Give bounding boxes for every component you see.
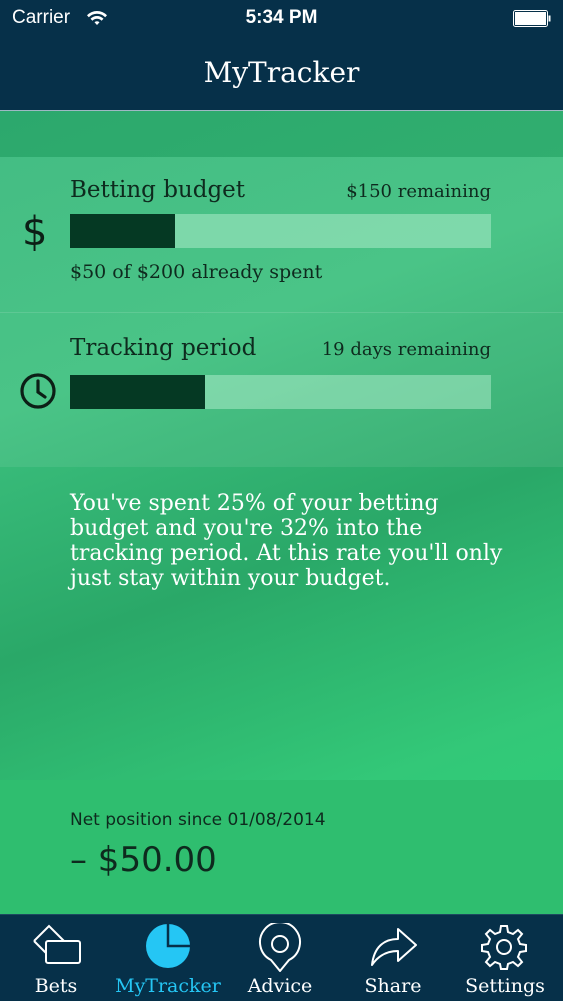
- clock-time: 5:34 PM: [245, 7, 318, 28]
- budget-progress-bar: [70, 214, 491, 248]
- nav-bar: MyTracker: [0, 40, 563, 111]
- dollar-icon: $: [22, 209, 48, 255]
- location-pin-icon: [259, 923, 301, 972]
- budget-progress-fill: [70, 214, 175, 248]
- clock-icon: [20, 373, 56, 409]
- main-content: $ Betting budget $150 remaining $50 of $…: [0, 111, 563, 914]
- tab-settings[interactable]: Settings: [449, 915, 561, 1001]
- budget-label: Betting budget: [70, 177, 246, 203]
- period-progress-bar: [70, 375, 491, 409]
- budget-spent-text: $50 of $200 already spent: [70, 261, 323, 283]
- tab-mytracker-label: MyTracker: [115, 975, 221, 997]
- tab-share[interactable]: Share: [337, 915, 449, 1001]
- tab-settings-label: Settings: [465, 975, 545, 997]
- tab-advice[interactable]: Advice: [224, 915, 336, 1001]
- share-arrow-icon: [371, 928, 417, 966]
- gear-icon: [481, 925, 527, 970]
- period-progress-fill: [70, 375, 205, 409]
- tab-share-label: Share: [364, 975, 422, 997]
- net-position-panel: Net position since 01/08/2014 – $50.00: [0, 780, 563, 914]
- pie-chart-icon: [146, 924, 190, 968]
- tab-bets-label: Bets: [34, 975, 78, 997]
- tab-advice-label: Advice: [247, 975, 313, 997]
- tab-bets[interactable]: Bets: [0, 915, 112, 1001]
- tab-mytracker[interactable]: MyTracker: [112, 915, 224, 1001]
- tab-bar: Bets MyTracker Advice Share Settings: [0, 914, 563, 1001]
- page-title: MyTracker: [203, 56, 360, 89]
- status-message: You've spent 25% of your betting budget …: [70, 491, 503, 591]
- period-remaining: 19 days remaining: [321, 339, 491, 360]
- battery-icon: [513, 10, 551, 27]
- status-bar: Carrier 5:34 PM: [0, 0, 563, 40]
- top-band: [0, 111, 563, 157]
- budget-section: $ Betting budget $150 remaining $50 of $…: [0, 157, 563, 313]
- net-position-value: – $50.00: [70, 840, 217, 880]
- period-label: Tracking period: [70, 335, 257, 361]
- budget-remaining: $150 remaining: [346, 181, 491, 202]
- period-section: Tracking period 19 days remaining: [0, 313, 563, 467]
- ticket-icon: [33, 924, 81, 964]
- net-position-label: Net position since 01/08/2014: [70, 810, 326, 830]
